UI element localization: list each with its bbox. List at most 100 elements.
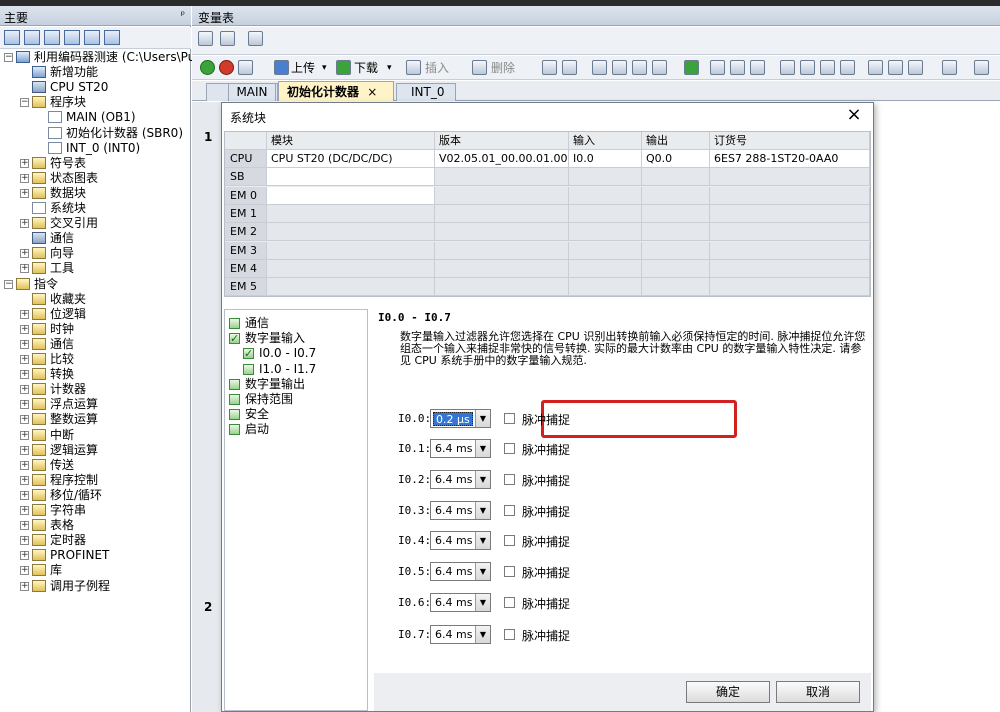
down-line-icon[interactable] [800,60,815,75]
monitor-icon[interactable] [104,30,120,45]
tree-item[interactable]: CPU ST20 [0,80,191,95]
table-icon[interactable] [64,30,80,45]
run-icon[interactable] [200,60,215,75]
pin-icon[interactable]: ᵖ [181,10,185,21]
chevron-down-icon[interactable]: ▼ [475,440,490,457]
more-icon[interactable] [974,60,989,75]
forward-icon[interactable] [632,60,647,75]
grid-cell[interactable] [710,204,870,223]
filter-time-select[interactable]: 6.4 ms ▼ [430,625,491,644]
stop-icon[interactable] [219,60,234,75]
expand-icon[interactable]: + [20,460,29,470]
tab-init-counter[interactable]: 初始化计数器 × [278,81,394,101]
collapse-icon[interactable]: − [20,98,29,108]
tree-item[interactable]: + 工具 [0,261,191,276]
expand-icon[interactable]: + [20,551,29,561]
chevron-down-icon[interactable]: ▼ [475,532,490,549]
collapse-icon[interactable]: − [4,279,13,289]
collapse-icon[interactable]: − [4,53,13,62]
filter-time-select[interactable]: 6.4 ms ▼ [430,501,491,520]
expand-icon[interactable]: + [20,264,29,274]
tree-item[interactable]: + 位逻辑 [0,307,191,322]
pulse-catch-checkbox[interactable] [504,443,515,454]
insert-icon[interactable] [406,60,421,75]
grid-cell[interactable] [569,278,642,297]
coil-icon[interactable] [888,60,903,75]
grid-cell[interactable] [642,241,710,260]
grid-cell[interactable] [569,204,642,223]
tree-item[interactable]: + 浮点运算 [0,397,191,412]
compile-icon[interactable] [238,60,253,75]
tab-main[interactable]: MAIN [228,83,276,101]
upload-arrow-icon[interactable] [274,60,289,75]
chevron-down-icon[interactable]: ▼ [475,471,490,488]
unlock-icon[interactable] [730,60,745,75]
delete-icon[interactable] [472,60,487,75]
key-icon[interactable] [750,60,765,75]
delete-button[interactable]: 删除 [491,60,515,76]
tab-close-icon[interactable]: × [367,85,377,99]
expand-icon[interactable]: + [20,400,29,410]
grid-cell[interactable] [267,259,435,278]
grid-cell[interactable]: Q0.0 [642,150,710,168]
tree-item[interactable]: + 逻辑运算 [0,443,191,458]
tree-item[interactable]: − 利用编码器测速 (C:\Users\Publi [0,50,210,65]
tree-item[interactable]: − 指令 [0,277,191,292]
filter-time-select[interactable]: 6.4 ms ▼ [430,531,491,550]
grid-cell[interactable]: I0.0 [569,150,642,168]
pulse-catch-checkbox[interactable] [504,413,515,424]
chevron-down-icon[interactable]: ▼ [475,594,490,611]
grid-cell[interactable] [710,223,870,242]
go-icon[interactable] [684,60,699,75]
insert-button[interactable]: 插入 [425,60,449,76]
tree-item[interactable]: + PROFINET [0,548,191,563]
box-icon[interactable] [592,60,607,75]
filter-time-select[interactable]: 6.4 ms ▼ [430,439,491,458]
tree-item[interactable]: + 计数器 [0,382,191,397]
box-instr-icon[interactable] [908,60,923,75]
list-icon[interactable] [24,30,40,45]
grid-cell[interactable] [435,223,569,242]
grid-cell[interactable] [435,278,569,297]
tree-item[interactable]: MAIN (OB1) [0,110,191,125]
tree-item[interactable]: + 转换 [0,367,191,382]
view-icon[interactable] [4,30,20,45]
expand-icon[interactable]: + [20,475,29,485]
tree-item[interactable]: + 通信 [0,337,191,352]
grid-cell[interactable] [569,186,642,205]
expand-icon[interactable]: + [20,249,29,259]
pulse-catch-checkbox[interactable] [504,535,515,546]
tree-item[interactable]: + 字符串 [0,503,191,518]
chevron-down-icon[interactable]: ▼ [475,626,490,643]
grid-cell[interactable] [569,168,642,187]
grid-cell[interactable] [642,259,710,278]
grid-cell[interactable]: V02.05.01_00.00.01.00 [435,150,569,168]
grid-cell[interactable] [267,168,435,187]
chevron-down-icon[interactable]: ▼ [475,563,490,580]
tree-item[interactable]: 初始化计数器 (SBR0) [0,126,191,141]
grid-cell[interactable] [267,186,435,205]
grid-cell[interactable] [435,259,569,278]
filter-time-select[interactable]: 6.4 ms ▼ [430,593,491,612]
tree-item[interactable]: + 库 [0,563,191,578]
expand-icon[interactable]: + [20,355,29,364]
grid-cell[interactable] [642,278,710,297]
tree-item[interactable]: 系统块 [0,201,191,216]
grid-cell[interactable] [710,168,870,187]
pulse-catch-checkbox[interactable] [504,505,515,516]
expand-icon[interactable]: + [20,445,29,455]
grid-cell[interactable] [435,204,569,223]
expand-icon[interactable]: + [20,536,29,546]
grid-cell[interactable] [267,223,435,242]
expand-icon[interactable]: + [20,506,29,515]
expand-icon[interactable]: + [20,173,29,183]
tree-item[interactable]: + 传送 [0,458,191,473]
tree-item[interactable]: INT_0 (INT0) [0,141,191,156]
filter-time-select[interactable]: 0.2 µs ▼ [430,409,491,428]
grid-cell[interactable] [710,259,870,278]
grid-cell[interactable] [642,204,710,223]
download-button[interactable]: 下载 [354,60,378,76]
expand-icon[interactable]: + [20,430,29,440]
expand-icon[interactable]: + [20,219,29,229]
grid-cell[interactable] [435,241,569,260]
